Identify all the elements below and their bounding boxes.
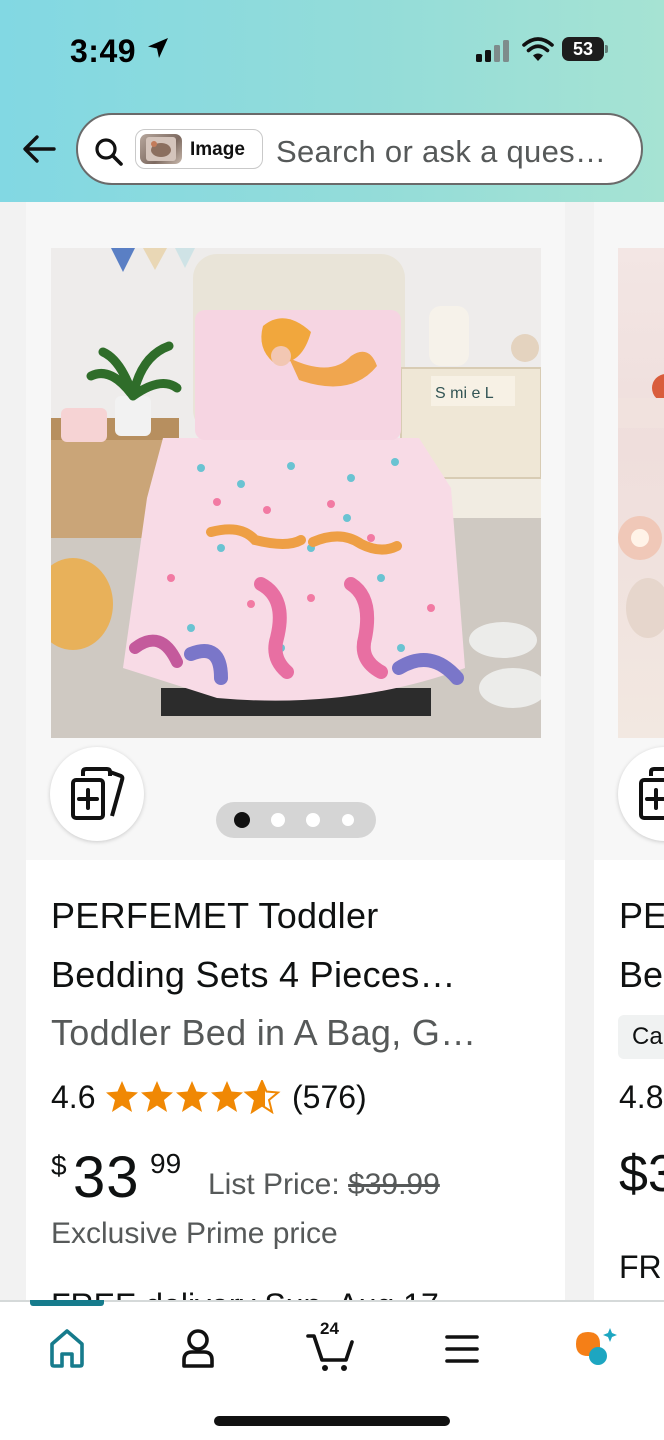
rating-count[interactable]: (576) bbox=[292, 1079, 367, 1116]
user-icon bbox=[182, 1329, 214, 1368]
next-product-image[interactable] bbox=[618, 248, 664, 738]
cellular-signal-icon bbox=[476, 40, 509, 62]
home-indicator[interactable] bbox=[214, 1416, 450, 1426]
battery-level: 53 bbox=[572, 39, 594, 59]
nav-cart[interactable]: 24 bbox=[298, 1319, 362, 1372]
nav-active-indicator bbox=[30, 1300, 104, 1306]
nav-menu[interactable] bbox=[430, 1322, 494, 1372]
compare-cards-icon bbox=[639, 767, 664, 820]
search-placeholder[interactable]: Search or ask a ques… bbox=[276, 134, 606, 170]
price-symbol: $ bbox=[51, 1150, 67, 1181]
battery-indicator: 53 bbox=[562, 37, 608, 61]
product-title-line1[interactable]: PERFEMET Toddler bbox=[51, 895, 379, 937]
status-time: 3:49 bbox=[70, 33, 137, 69]
location-arrow-icon bbox=[148, 38, 168, 58]
image-pager[interactable] bbox=[216, 802, 376, 838]
add-to-compare-button[interactable] bbox=[50, 747, 144, 841]
price-whole: 33 bbox=[73, 1145, 140, 1210]
pager-dot[interactable] bbox=[306, 813, 320, 827]
image-thumbnail bbox=[140, 134, 182, 164]
next-add-to-compare-button[interactable] bbox=[618, 747, 664, 841]
product-image[interactable]: S mi e L bbox=[51, 248, 541, 738]
nav-account[interactable] bbox=[166, 1322, 230, 1372]
nav-home[interactable] bbox=[35, 1322, 99, 1372]
price-fraction: 99 bbox=[150, 1148, 182, 1179]
header: 3:49 53 Image Search or ask a ques… bbox=[0, 0, 664, 202]
nav-rufus[interactable] bbox=[566, 1322, 630, 1372]
pager-dot[interactable] bbox=[271, 813, 285, 827]
back-arrow-icon[interactable] bbox=[18, 128, 60, 170]
product-card[interactable]: S mi e L PERFEMET Toddler Bedding Sets 4… bbox=[26, 202, 565, 1323]
image-search-chip[interactable]: Image bbox=[135, 129, 263, 169]
battery-tip bbox=[605, 45, 608, 53]
home-icon bbox=[50, 1329, 84, 1368]
next-product-price: $3 bbox=[619, 1145, 664, 1203]
rufus-assistant-icon bbox=[576, 1328, 617, 1365]
next-product-title-line2[interactable]: Be bbox=[619, 954, 663, 996]
next-product-badge: Ca bbox=[618, 1015, 664, 1059]
pager-dot[interactable] bbox=[342, 814, 354, 826]
wifi-icon bbox=[522, 37, 554, 61]
prime-price-note: Exclusive Prime price bbox=[51, 1217, 338, 1250]
product-media: S mi e L bbox=[26, 202, 565, 860]
product-title-line2[interactable]: Bedding Sets 4 Pieces… bbox=[51, 954, 456, 996]
cart-count: 24 bbox=[320, 1319, 339, 1338]
image-text-blocks: S mi e L bbox=[435, 385, 494, 402]
hamburger-menu-icon bbox=[445, 1335, 479, 1363]
next-product-card[interactable]: PE Be Ca 4.8 $3 FRE bbox=[594, 202, 664, 1322]
next-product-media bbox=[594, 202, 664, 860]
list-price: $39.99 bbox=[348, 1168, 440, 1201]
pager-dot-active[interactable] bbox=[234, 812, 250, 828]
screen: 3:49 53 Image Search or ask a ques… S mi… bbox=[0, 0, 664, 1440]
list-price-row: List Price: $39.99 bbox=[208, 1168, 440, 1202]
search-bar[interactable]: Image Search or ask a ques… bbox=[76, 113, 643, 185]
next-product-rating: 4.8 bbox=[619, 1079, 664, 1115]
list-price-label: List Price: bbox=[208, 1168, 349, 1201]
image-chip-label: Image bbox=[190, 139, 245, 160]
next-product-delivery: FRE bbox=[619, 1249, 664, 1285]
search-icon bbox=[95, 138, 123, 166]
star-rating-icon bbox=[106, 1080, 279, 1113]
next-product-title-line1[interactable]: PE bbox=[619, 895, 664, 937]
rating-value: 4.6 bbox=[51, 1079, 96, 1115]
compare-cards-icon bbox=[71, 767, 125, 820]
product-subtitle[interactable]: Toddler Bed in A Bag, G… bbox=[51, 1012, 476, 1054]
